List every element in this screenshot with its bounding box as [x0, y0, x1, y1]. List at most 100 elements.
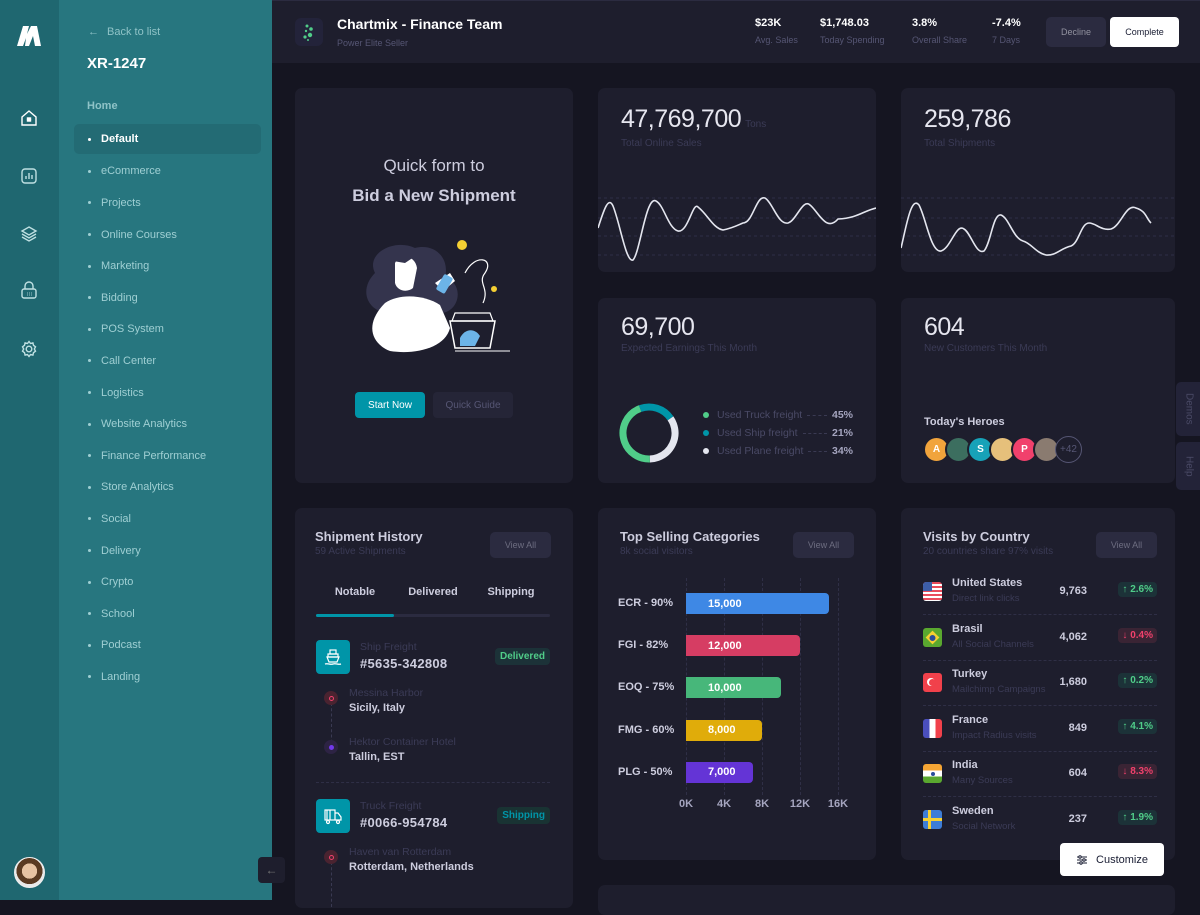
change-badge: ↑ 1.9% [1118, 809, 1157, 825]
back-to-list-link[interactable]: ← Back to list [88, 26, 160, 38]
menu-item-finance-performance[interactable]: Finance Performance [74, 440, 261, 472]
visits-view-all-button[interactable]: View All [1096, 532, 1157, 558]
menu-item-landing[interactable]: Landing [74, 661, 261, 693]
menu-item-call-center[interactable]: Call Center [74, 345, 261, 377]
flag-fr-icon [923, 718, 942, 738]
bar[interactable]: 15,000 [686, 593, 829, 614]
legend-item: Used Plane freight 34% [703, 442, 853, 460]
visits-subtitle: 20 countries share 97% visits [923, 546, 1054, 557]
legend-dot-icon [703, 448, 709, 454]
divider [923, 705, 1157, 706]
bar[interactable]: 12,000 [686, 635, 800, 657]
heroes-avatars: A S P +42 [923, 436, 1082, 463]
menu-item-bidding[interactable]: Bidding [74, 282, 261, 314]
bar-category-label: FGI - 82% [618, 639, 669, 652]
x-tick-label: 12K [789, 798, 811, 810]
visits-by-country-card: Visits by Country 20 countries share 97%… [901, 508, 1175, 860]
menu-title: XR-1247 [87, 55, 147, 72]
app-logo[interactable] [15, 24, 43, 46]
arrow-left-icon: ← [88, 26, 99, 38]
new-customers-card: 604 New Customers This Month Today's Her… [901, 298, 1175, 483]
flag-se-icon [923, 809, 942, 829]
bullet-icon [88, 675, 91, 679]
shipment-illustration [366, 240, 510, 353]
menu-item-marketing[interactable]: Marketing [74, 250, 261, 282]
collapse-sidebar-button[interactable]: ← [258, 857, 285, 883]
shipment-history-title: Shipment History [315, 529, 423, 544]
bullet-icon [88, 169, 91, 173]
customers-label: New Customers This Month [924, 343, 1048, 354]
basket-icon[interactable] [19, 281, 39, 301]
earnings-label: Expected Earnings This Month [621, 343, 758, 354]
divider [923, 750, 1157, 752]
menu-item-ecommerce[interactable]: eCommerce [74, 156, 261, 188]
menu-item-social[interactable]: Social [74, 503, 261, 535]
menu-item-podcast[interactable]: Podcast [74, 630, 261, 662]
legend-dot-icon [703, 430, 709, 436]
quick-guide-button[interactable]: Quick Guide [433, 392, 513, 418]
bar[interactable]: 10,000 [686, 677, 781, 699]
menu-item-store-analytics[interactable]: Store Analytics [74, 472, 261, 504]
tab-delivered[interactable]: Delivered [394, 586, 472, 614]
shipment-history-card: Shipment History 59 Active Shipments Vie… [295, 508, 573, 908]
tab-shipping[interactable]: Shipping [472, 586, 550, 614]
menu-item-pos-system[interactable]: POS System [74, 314, 261, 346]
change-badge: ↑ 0.2% [1118, 673, 1157, 688]
legend-dot-icon [703, 412, 709, 418]
flag-in-icon [923, 764, 942, 783]
start-now-button[interactable]: Start Now [355, 392, 425, 418]
menu-item-crypto[interactable]: Crypto [74, 566, 261, 598]
chart-icon[interactable] [19, 166, 39, 186]
bar[interactable]: 7,000 [686, 761, 753, 783]
demos-tab[interactable]: Demos [1176, 382, 1200, 436]
arrow-up-icon: ↑ [1122, 675, 1128, 686]
map-pin-icon [324, 740, 338, 754]
status-badge: Delivered [494, 648, 550, 665]
customize-button[interactable]: Customize [1060, 843, 1164, 876]
divider [923, 659, 1157, 661]
total-shipments-value: 259,786 [924, 105, 1011, 133]
help-tab[interactable]: Help [1176, 442, 1200, 490]
arrow-up-icon: ↑ [1122, 720, 1128, 732]
more-heroes-badge[interactable]: +42 [1055, 436, 1082, 463]
bid-shipment-card: Quick form to Bid a New Shipment Start N… [295, 88, 573, 483]
bullet-icon [88, 201, 91, 205]
complete-button[interactable]: Complete [1110, 17, 1179, 47]
top-selling-view-all-button[interactable]: View All [793, 532, 854, 558]
country-row[interactable]: France Impact Radius visits 849 ↑ 4.1% [923, 714, 1157, 759]
country-row[interactable]: United States Direct link clicks 9,763 ↑ 2.… [923, 577, 1157, 622]
tab-notable[interactable]: Notable [316, 586, 394, 614]
arrow-up-icon: ↑ [1122, 584, 1128, 595]
bullet-icon [88, 391, 91, 395]
country-row[interactable]: Turkey Mailchimp Campaigns 1,680 ↑ 0.2% [923, 668, 1157, 713]
legend-item: Used Ship freight 21% [703, 424, 853, 442]
x-tick-label: 8K [754, 798, 770, 810]
total-shipments-card: 259,786 Total Shipments [901, 88, 1175, 272]
decline-button[interactable]: Decline [1046, 17, 1106, 47]
user-avatar[interactable] [14, 857, 45, 888]
menu-item-default[interactable]: Default [74, 124, 261, 154]
menu-item-school[interactable]: School [74, 598, 261, 630]
bar[interactable]: 8,000 [686, 719, 762, 741]
shipments-view-all-button[interactable]: View All [490, 532, 551, 558]
bar-category-label: ECR - 90% [618, 597, 674, 609]
gear-icon[interactable] [19, 339, 39, 359]
bullet-icon [88, 137, 91, 141]
top-selling-subtitle: 8k social visitors [620, 546, 693, 557]
shipment-type: Ship Freight [360, 641, 417, 653]
menu-item-logistics[interactable]: Logistics [74, 377, 261, 409]
country-row[interactable]: India Many Sources 604 ↓ 8.3% [923, 759, 1157, 804]
country-row[interactable]: Brasil All Social Channels 4,062 ↓ 0.4% [923, 623, 1157, 668]
menu-item-online-courses[interactable]: Online Courses [74, 219, 261, 251]
bullet-icon [88, 612, 91, 616]
menu-item-delivery[interactable]: Delivery [74, 535, 261, 567]
layers-icon[interactable] [19, 224, 39, 244]
home-icon[interactable] [19, 108, 39, 128]
top-header: Chartmix - Finance Team Power Elite Sell… [272, 0, 1200, 63]
brand-icon [295, 18, 323, 46]
flag-br-icon [923, 627, 942, 647]
menu-item-website-analytics[interactable]: Website Analytics [74, 408, 261, 440]
leader-line [807, 414, 827, 416]
menu-item-projects[interactable]: Projects [74, 187, 261, 219]
bullet-icon [88, 233, 91, 237]
